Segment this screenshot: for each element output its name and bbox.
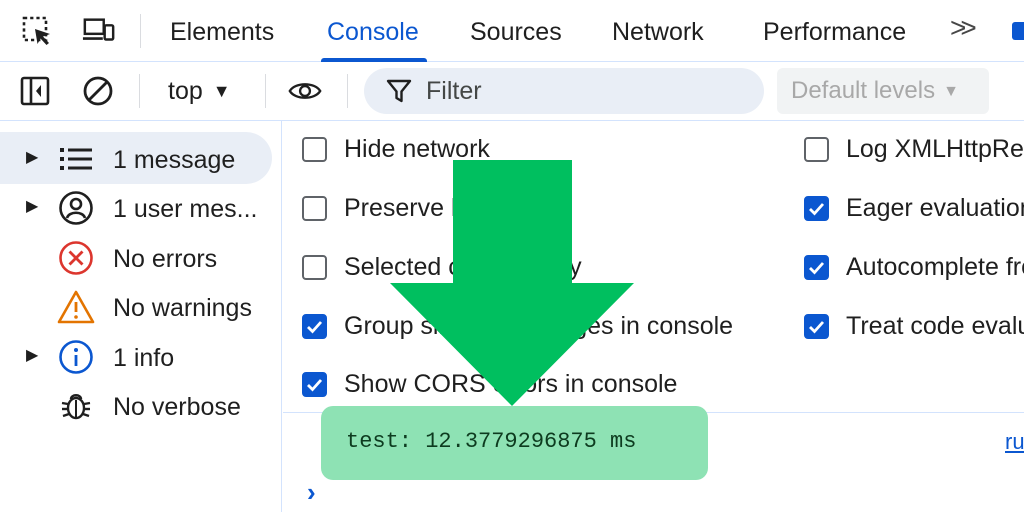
setting-label: Treat code evaluation as user action [846, 311, 1024, 340]
setting-label: Hide network [344, 134, 490, 163]
setting-label: Autocomplete from history [846, 252, 1024, 281]
checkbox-checked[interactable] [804, 195, 829, 221]
issues-badge-icon[interactable] [1012, 22, 1024, 40]
setting-label: Preserve log [344, 193, 485, 222]
setting-eager-evaluation[interactable]: Eager evaluation [804, 190, 1024, 226]
live-expression-eye-icon[interactable] [288, 74, 322, 108]
setting-label: Eager evaluation [846, 193, 1024, 222]
console-settings-panel: Hide network Preserve log Selected conte… [283, 121, 1024, 413]
tab-elements[interactable]: Elements [170, 0, 274, 62]
sidebar-item-info[interactable]: ▶ 1 info [0, 319, 282, 374]
device-toolbar-icon[interactable] [82, 14, 116, 48]
log-levels-label: Default levels [791, 77, 936, 104]
toolbar-separator [139, 74, 140, 108]
sidebar-toggle-icon[interactable] [18, 74, 52, 108]
checkbox-checked[interactable] [302, 371, 327, 397]
tab-sources[interactable]: Sources [470, 0, 562, 62]
checkmark-icon [809, 202, 825, 216]
setting-preserve-log[interactable]: Preserve log [302, 190, 484, 226]
sidebar-item-warnings[interactable]: No warnings [0, 269, 282, 324]
checkbox[interactable] [804, 136, 829, 162]
tab-network[interactable]: Network [612, 0, 704, 62]
checkbox[interactable] [302, 195, 327, 221]
setting-hide-network[interactable]: Hide network [302, 131, 490, 167]
chevron-down-icon: ▼ [212, 81, 231, 101]
setting-label: Log XMLHttpRequests [846, 134, 1024, 163]
checkmark-icon [809, 320, 825, 334]
setting-log-xhr[interactable]: Log XMLHttpRequests [804, 131, 1024, 167]
setting-show-cors-errors[interactable]: Show CORS errors in console [302, 366, 677, 402]
context-label: top [168, 77, 203, 105]
checkbox-checked[interactable] [804, 313, 829, 339]
console-log-message: test: 12.3779296875 ms [346, 429, 637, 454]
setting-treat-code-evaluation[interactable]: Treat code evaluation as user action [804, 308, 1024, 344]
toolbar-separator [265, 74, 266, 108]
filter-input[interactable] [426, 74, 746, 108]
inspect-element-icon[interactable] [20, 14, 54, 48]
console-sidebar: ▶ 1 message ▶ 1 user mes... No errors No… [0, 121, 282, 512]
sidebar-item-messages[interactable]: ▶ 1 message [0, 121, 282, 184]
sidebar-item-user-messages[interactable]: ▶ 1 user mes... [0, 170, 282, 225]
checkmark-icon [307, 320, 323, 334]
devtools-tab-bar: Elements Console Sources Network Perform… [0, 0, 1024, 62]
checkbox-checked[interactable] [302, 313, 327, 339]
sidebar-item-verbose[interactable]: No verbose [0, 368, 282, 421]
setting-label: Show CORS errors in console [344, 369, 678, 398]
context-selector[interactable]: top ▼ [168, 74, 231, 108]
toolbar-separator [347, 74, 348, 108]
tabbar-separator [140, 14, 141, 48]
setting-label: Group similar messages in console [344, 311, 734, 340]
log-source-link[interactable]: ru [1005, 429, 1024, 455]
clear-console-icon[interactable] [81, 74, 115, 108]
more-tabs-icon[interactable]: >> [950, 12, 977, 44]
sidebar-item-errors[interactable]: No errors [0, 220, 282, 275]
checkbox-checked[interactable] [804, 254, 829, 280]
checkbox[interactable] [302, 136, 327, 162]
bug-icon [56, 387, 96, 425]
setting-autocomplete-history[interactable]: Autocomplete from history [804, 249, 1024, 285]
sidebar-item-label: No verbose [113, 393, 241, 421]
checkbox[interactable] [302, 254, 327, 280]
console-prompt-icon[interactable]: › [307, 477, 316, 508]
tab-performance[interactable]: Performance [763, 0, 906, 62]
filter-box[interactable] [364, 68, 764, 114]
chevron-down-icon: ▼ [943, 83, 959, 100]
tab-console[interactable]: Console [321, 0, 427, 62]
console-output: test: 12.3779296875 ms ru › [283, 406, 1024, 512]
checkmark-icon [307, 378, 323, 392]
checkmark-icon [809, 261, 825, 275]
setting-group-similar[interactable]: Group similar messages in console [302, 308, 733, 344]
filter-icon [386, 79, 412, 103]
setting-label: Selected context only [344, 252, 582, 281]
setting-selected-context-only[interactable]: Selected context only [302, 249, 582, 285]
console-toolbar: top ▼ Default levels ▼ [0, 62, 1024, 121]
log-levels-dropdown[interactable]: Default levels ▼ [777, 68, 989, 114]
